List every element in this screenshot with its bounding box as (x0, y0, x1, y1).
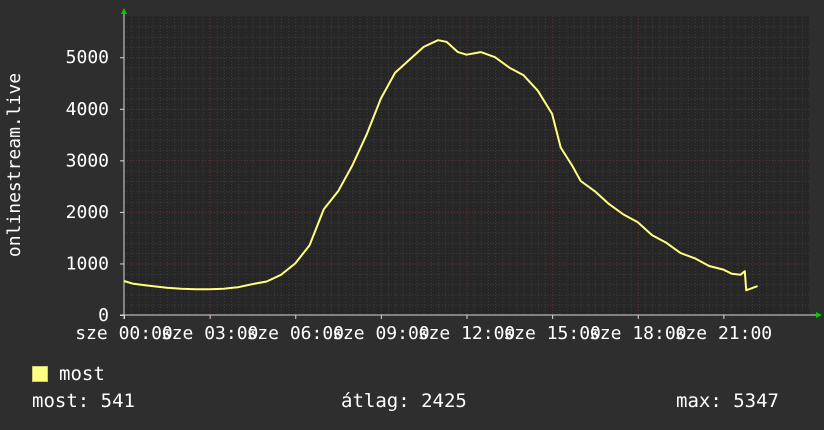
legend-swatch (32, 366, 48, 382)
x-axis-arrow (816, 312, 822, 318)
chart: 010002000300040005000 sze 00:00sze 03:00… (4, 8, 822, 344)
x-tick-labels: sze 00:00sze 03:00sze 06:00sze 09:00sze … (75, 315, 772, 344)
y-axis-arrow (121, 8, 127, 14)
x-tick-label: sze 06:00 (246, 323, 344, 344)
x-tick-label: sze 03:00 (161, 323, 259, 344)
x-tick-label: sze 12:00 (418, 323, 516, 344)
stat-current: most: 541 (32, 390, 135, 412)
y-tick-label: 3000 (66, 150, 109, 171)
y-tick-label: 5000 (66, 47, 109, 68)
y-tick-label: 2000 (66, 202, 109, 223)
legend-label: most (59, 363, 105, 385)
x-tick-label: sze 21:00 (675, 323, 773, 344)
x-tick-label: sze 18:00 (589, 323, 687, 344)
y-axis-title: onlinestream.live (4, 73, 25, 257)
stat-average: átlag: 2425 (341, 390, 467, 412)
y-tick-labels: 010002000300040005000 (66, 47, 124, 326)
x-tick-label: sze 09:00 (332, 323, 430, 344)
x-tick-label: sze 15:00 (503, 323, 601, 344)
y-tick-label: 4000 (66, 99, 109, 120)
x-tick-label: sze 00:00 (75, 323, 173, 344)
legend: most (32, 363, 105, 385)
y-tick-label: 1000 (66, 253, 109, 274)
plot-background (124, 16, 809, 315)
stat-maximum: max: 5347 (676, 390, 779, 412)
